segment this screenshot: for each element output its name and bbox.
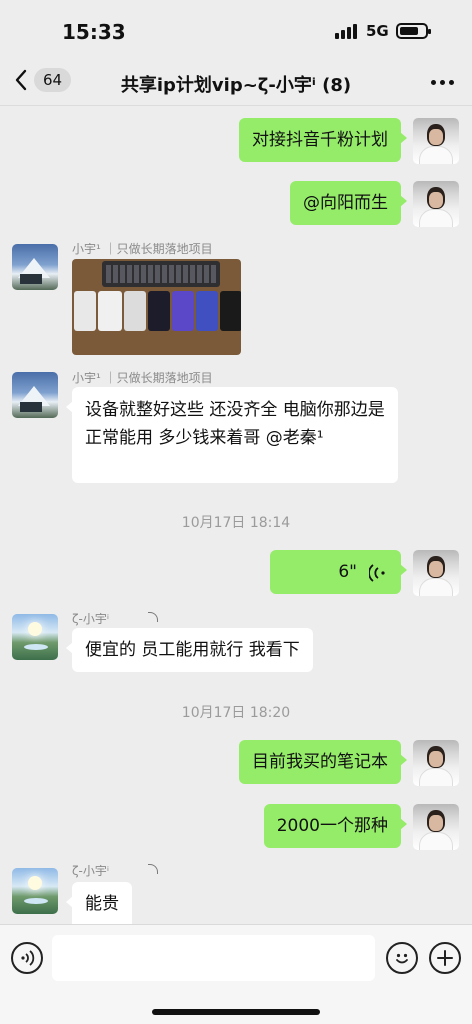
message-bubble-outgoing[interactable]: 2000一个那种 <box>263 804 408 848</box>
avatar[interactable] <box>413 550 459 596</box>
home-indicator <box>152 1009 320 1015</box>
message-bubble-outgoing[interactable]: 目前我买的笔记本 <box>239 740 407 784</box>
avatar[interactable] <box>413 118 459 164</box>
sender-name: ζ-小宇ⁱ <box>72 864 110 878</box>
curl-mark <box>148 864 158 874</box>
chat-title: 共享ip计划vip~ζ-小宇ⁱ (8) <box>120 75 352 96</box>
avatar[interactable] <box>12 614 58 660</box>
status-time: 15:33 <box>62 20 126 44</box>
message-bubble-outgoing[interactable]: 对接抖音千粉计划 <box>239 118 407 162</box>
avatar[interactable] <box>12 244 58 290</box>
avatar[interactable] <box>413 740 459 786</box>
plus-icon[interactable] <box>429 942 461 974</box>
battery-icon <box>396 23 431 39</box>
avatar[interactable] <box>12 868 58 914</box>
voice-icon[interactable] <box>11 942 43 974</box>
avatar[interactable] <box>413 181 459 227</box>
ellipsis-icon[interactable] <box>431 80 454 85</box>
chat-header: 64 共享ip计划vip~ζ-小宇ⁱ (8) <box>0 60 472 106</box>
message-image[interactable] <box>72 259 241 355</box>
emoji-icon[interactable] <box>386 942 418 974</box>
voice-wave-icon <box>369 564 385 582</box>
curl-mark <box>148 612 158 622</box>
message-bubble-incoming[interactable]: 能贵 <box>66 882 132 924</box>
voice-duration: 6" <box>338 562 357 582</box>
sender-name: 小宇¹ ｜只做长期落地项目 <box>72 242 213 256</box>
sender-name: 小宇¹ ｜只做长期落地项目 <box>72 371 213 385</box>
message-timestamp: 10月17日 18:20 <box>181 705 291 721</box>
message-bubble-incoming[interactable]: 便宜的 员工能用就行 我看下 <box>66 628 313 672</box>
network-type: 5G <box>366 22 389 40</box>
status-bar: 15:33 5G <box>0 0 472 60</box>
signal-icon <box>335 24 357 39</box>
message-bubble-outgoing[interactable]: @向阳而生 <box>290 181 407 225</box>
message-input[interactable] <box>52 935 375 981</box>
avatar[interactable] <box>12 372 58 418</box>
message-bubble-incoming[interactable]: 设备就整好这些 还没齐全 电脑你那边是正常能用 多少钱来着哥 @老秦¹ <box>66 387 398 483</box>
voice-message[interactable]: 6" <box>270 550 407 594</box>
message-timestamp: 10月17日 18:14 <box>181 515 291 531</box>
sender-name: ζ-小宇ⁱ <box>72 612 110 626</box>
avatar[interactable] <box>413 804 459 850</box>
